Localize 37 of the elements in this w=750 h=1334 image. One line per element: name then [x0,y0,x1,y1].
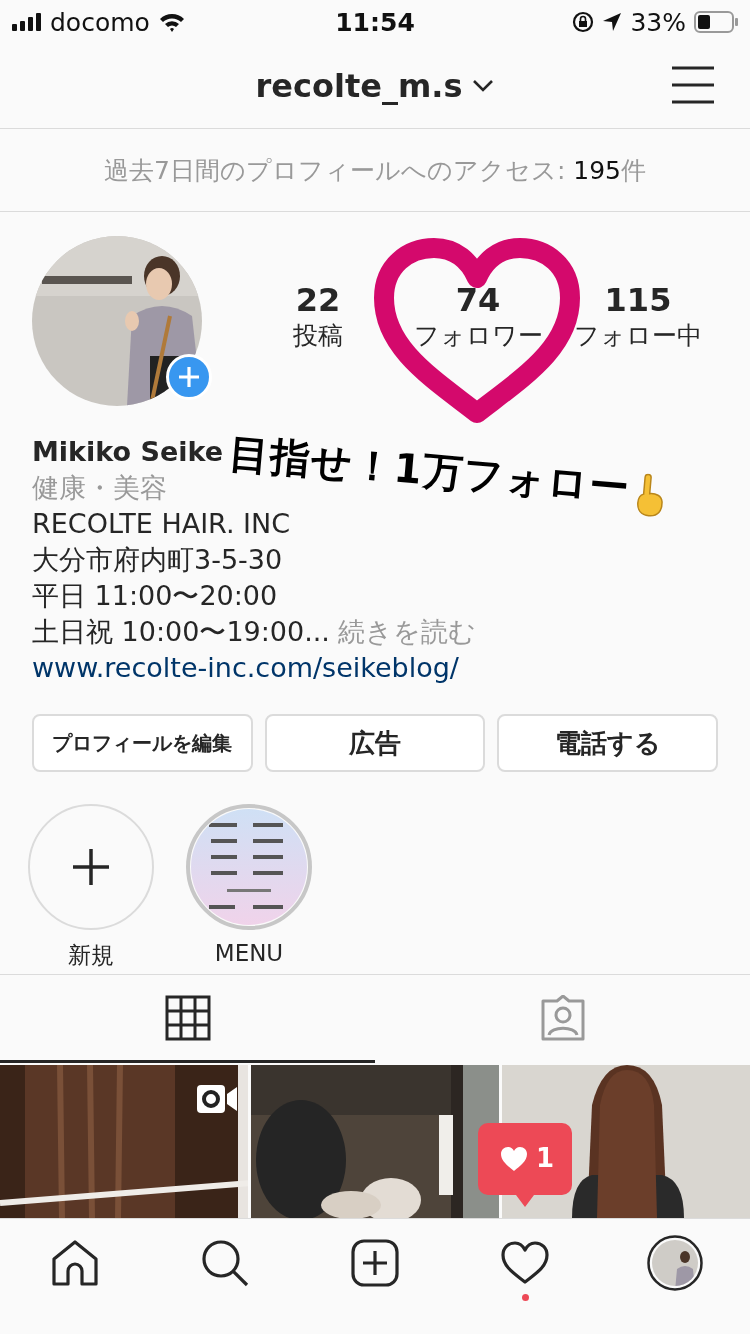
stat-count[interactable]: 22 [295,280,341,319]
stat-count[interactable]: 115 [604,280,672,319]
add-story-button[interactable] [166,354,212,400]
chevron-down-icon[interactable] [472,79,495,93]
stat-label[interactable]: フォロワー [413,318,543,352]
highlight-label: MENU [214,940,284,966]
stat-count[interactable]: 74 [455,280,501,319]
heart-icon [500,1146,528,1172]
plus-icon [71,847,111,887]
profile-action-button[interactable]: プロフィールを編集 [32,714,253,772]
menu-icon[interactable] [672,66,714,104]
home-icon[interactable] [51,1239,99,1287]
stat-label[interactable]: 投稿 [293,318,343,352]
highlight-label: 新規 [68,941,114,970]
battery-icon [694,11,738,33]
carrier-name: docomo [50,7,150,37]
heart-icon[interactable] [501,1241,549,1285]
location-arrow-icon [602,12,623,32]
username-title[interactable]: recolte_m.s [255,67,463,105]
bio-line: 大分市府内町3-5-30 [32,543,283,577]
add-post-icon[interactable] [351,1239,399,1287]
website-link[interactable]: www.recolte-inc.com/seikeblog/ [32,650,459,686]
likes-notification[interactable]: 1 [478,1123,572,1207]
profile-name: Mikiko Seike [32,435,224,469]
grid-icon [164,994,211,1041]
profile-action-button[interactable]: 電話する [497,714,718,772]
profile-category: 健康・美容 [32,471,167,505]
bio-line: 土日祝 10:00〜19:00... [32,615,330,649]
signal-icon [12,13,42,31]
clock-time: 11:54 [335,7,415,37]
stat-label[interactable]: フォロー中 [574,318,702,352]
profile-visits-text: 過去7日間のプロフィールへのアクセス: 195件 [104,154,646,187]
profile-action-button[interactable]: 広告 [264,714,486,772]
search-icon[interactable] [201,1239,249,1287]
rotation-lock-icon [572,11,595,33]
bio-line: 平日 11:00〜20:00 [32,579,278,613]
battery-percent: 33% [630,7,686,37]
